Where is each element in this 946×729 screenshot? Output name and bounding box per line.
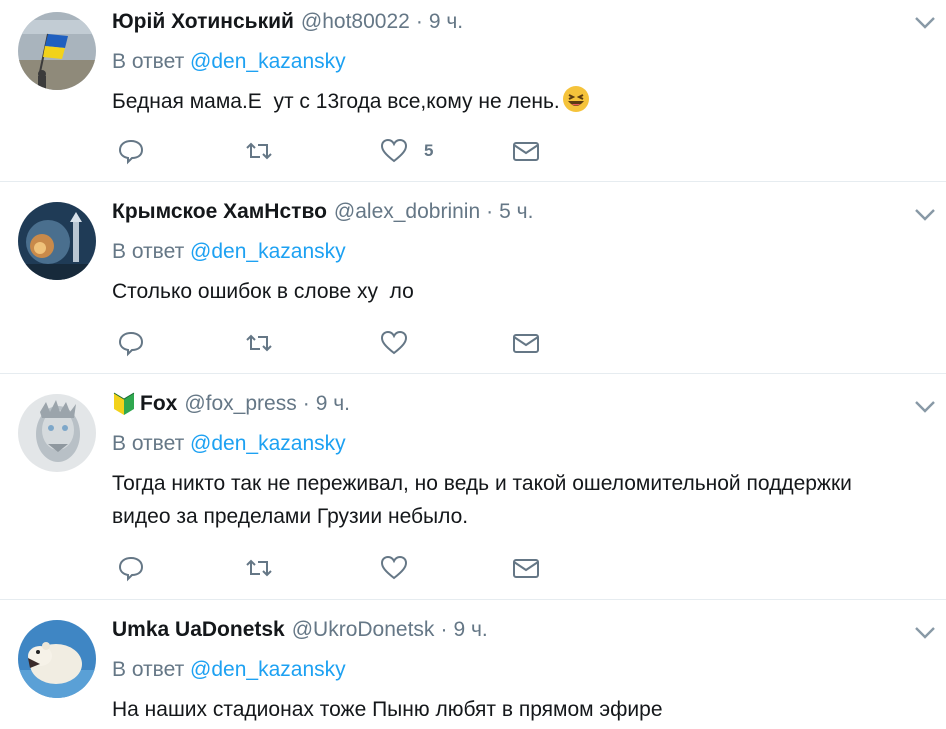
reply-mention[interactable]: @den_kazansky (190, 658, 346, 681)
reply-icon (118, 331, 144, 357)
timestamp[interactable]: 5 ч. (499, 200, 533, 224)
tweet-text-content: Тогда никто так не переживал, но ведь и … (112, 472, 852, 528)
chevron-down-icon (915, 17, 935, 29)
reply-feed: Юрій Хотинський @hot80022 · 9 ч. В ответ… (0, 0, 946, 729)
like-button[interactable]: 5 (380, 137, 433, 165)
more-options-caret[interactable] (914, 208, 936, 222)
tweet-text-content: Столько ошибок в слове ху ло (112, 280, 414, 303)
reply-icon (118, 556, 144, 582)
verified-badge-icon (112, 391, 136, 417)
reply-icon (118, 139, 144, 165)
author-name[interactable]: Fox (140, 392, 177, 416)
reply-context: В ответ @den_kazansky (112, 238, 946, 266)
tweet-text: Тогда никто так не переживал, но ведь и … (112, 467, 946, 533)
envelope-icon (513, 334, 539, 353)
retweet-button[interactable] (245, 554, 273, 582)
tweet[interactable]: Юрій Хотинський @hot80022 · 9 ч. В ответ… (0, 0, 946, 182)
like-count: 5 (424, 141, 434, 160)
separator-dot: · (486, 200, 494, 223)
separator-dot: · (302, 392, 310, 415)
retweet-button[interactable] (245, 137, 273, 165)
reply-mention[interactable]: @den_kazansky (190, 432, 346, 455)
timestamp[interactable]: 9 ч. (316, 392, 350, 416)
author-handle[interactable]: @fox_press (184, 392, 296, 416)
reply-button[interactable] (117, 137, 145, 165)
flag-avatar-icon (18, 12, 96, 90)
polar-bear-avatar-icon (18, 620, 96, 698)
chevron-down-icon (915, 209, 935, 221)
author-name[interactable]: Юрій Хотинський (112, 10, 294, 34)
reply-button[interactable] (117, 329, 145, 357)
like-button[interactable] (380, 329, 424, 357)
tweet-text-content: Бедная мама.Е ут с 13года все,кому не ле… (112, 90, 560, 113)
reply-mention[interactable]: @den_kazansky (190, 50, 346, 73)
separator-dot: · (415, 10, 423, 33)
reply-mention[interactable]: @den_kazansky (190, 240, 346, 263)
author-handle[interactable]: @alex_dobrinin (334, 200, 480, 224)
retweet-button[interactable] (245, 329, 273, 357)
tweet-text: Столько ошибок в слове ху ло (112, 275, 946, 308)
direct-message-button[interactable] (512, 329, 540, 357)
tweet[interactable]: Fox @fox_press · 9 ч. В ответ @den_kazan… (0, 374, 946, 600)
reply-label: В ответ (112, 658, 185, 681)
heart-icon (380, 555, 408, 580)
more-options-caret[interactable] (914, 400, 936, 414)
envelope-icon (513, 559, 539, 578)
more-options-caret[interactable] (914, 626, 936, 640)
tweet-text: Бедная мама.Е ут с 13года все,кому не ле… (112, 85, 946, 123)
tweet-actions (112, 329, 542, 359)
direct-message-button[interactable] (512, 554, 540, 582)
tweet[interactable]: Крымское ХамНство @alex_dobrinin · 5 ч. … (0, 182, 946, 374)
tweet-text-content: На наших стадионах тоже Пыню любят в пря… (112, 698, 663, 721)
reply-label: В ответ (112, 432, 185, 455)
avatar[interactable] (18, 394, 96, 472)
heart-icon (380, 330, 408, 355)
reply-context: В ответ @den_kazansky (112, 656, 946, 684)
tweet-actions: 5 (112, 137, 542, 167)
retweet-icon (246, 142, 272, 160)
timestamp[interactable]: 9 ч. (453, 618, 487, 642)
tweet[interactable]: Umka UaDonetsk @UkroDonetsk · 9 ч. В отв… (0, 600, 946, 729)
avatar[interactable] (18, 202, 96, 280)
reply-label: В ответ (112, 50, 185, 73)
avatar[interactable] (18, 620, 96, 698)
reply-context: В ответ @den_kazansky (112, 48, 946, 76)
tweet-text: На наших стадионах тоже Пыню любят в пря… (112, 693, 946, 726)
laughing-emoji-icon (562, 85, 590, 123)
reply-button[interactable] (117, 554, 145, 582)
author-name[interactable]: Umka UaDonetsk (112, 618, 285, 642)
heart-icon (380, 138, 408, 163)
chevron-down-icon (915, 401, 935, 413)
night-sky-avatar-icon (18, 202, 96, 280)
more-options-caret[interactable] (914, 16, 936, 30)
separator-dot: · (440, 618, 448, 641)
envelope-icon (513, 142, 539, 161)
avatar[interactable] (18, 12, 96, 90)
reply-label: В ответ (112, 240, 185, 263)
timestamp[interactable]: 9 ч. (429, 10, 463, 34)
tweet-actions (112, 554, 542, 584)
author-name[interactable]: Крымское ХамНство (112, 200, 327, 224)
reply-context: В ответ @den_kazansky (112, 430, 946, 458)
like-button[interactable] (380, 554, 424, 582)
retweet-icon (246, 559, 272, 577)
direct-message-button[interactable] (512, 137, 540, 165)
retweet-icon (246, 334, 272, 352)
white-walker-avatar-icon (18, 394, 96, 472)
author-handle[interactable]: @UkroDonetsk (292, 618, 435, 642)
chevron-down-icon (915, 627, 935, 639)
author-handle[interactable]: @hot80022 (301, 10, 410, 34)
